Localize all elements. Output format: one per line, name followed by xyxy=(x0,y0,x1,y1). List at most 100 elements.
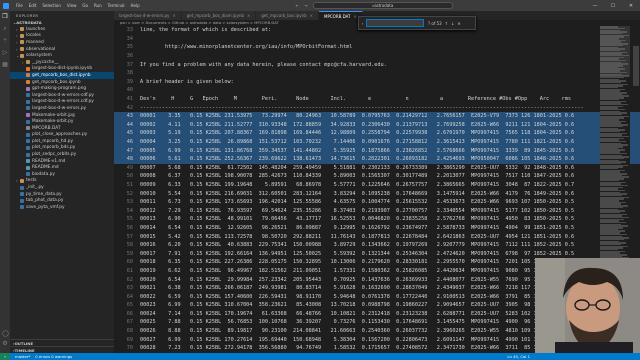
code-line[interactable]: 36 xyxy=(114,52,640,61)
code-line[interactable]: 49 00007 5.68 0.15 K25BL 61.72502 145.482… xyxy=(114,164,640,173)
tree-file[interactable]: plot_close_approaches.py xyxy=(10,132,114,139)
code-line[interactable]: 48 00006 5.61 0.15 K25BL 252.56367 239.69… xyxy=(114,154,640,164)
minimize-icon[interactable]: — xyxy=(586,3,604,9)
tree-file[interactable]: Makemake-orbit.py xyxy=(10,118,114,125)
code-line[interactable]: 55 00013 6.90 0.15 K25BL 48.99101 79.0645… xyxy=(114,215,640,224)
tree-folder[interactable]: › __pycache__ xyxy=(10,59,114,66)
menu-file[interactable]: File xyxy=(13,3,26,8)
maximize-icon[interactable]: ☐ xyxy=(604,3,622,9)
tree-file[interactable]: largest-bos-dist-ipynb.ipynb xyxy=(10,66,114,73)
tree-file[interactable]: _init_.py xyxy=(10,184,114,191)
editor-tab[interactable]: get_mpcorb_bos.ipynb × xyxy=(256,11,320,20)
code-line[interactable]: 46 00004 3.25 0.15 K25BL 26.89868 151.537… xyxy=(114,137,640,147)
menu-view[interactable]: View xyxy=(64,3,80,8)
find-input[interactable] xyxy=(366,19,424,27)
cursor-position-status[interactable]: Ln 45, Col 1 xyxy=(507,354,530,359)
code-line[interactable]: 52 00010 5.54 0.15 K25BL 216.69031 312.60… xyxy=(114,189,640,198)
code-line[interactable]: 50 00008 6.37 0.15 K25BL 198.90078 285.42… xyxy=(114,172,640,181)
tree-file[interactable]: largest-bos-d-w-errors.cdf.py xyxy=(10,99,114,106)
line-text: 00019 6.62 0.15 K25BL 96.49967 182.51562… xyxy=(140,267,575,274)
scrollbar-thumb[interactable] xyxy=(633,46,639,86)
account-icon[interactable]: ◯ xyxy=(2,331,9,337)
tree-folder[interactable]: › launches xyxy=(10,26,114,33)
menu-help[interactable]: Help xyxy=(128,3,143,8)
git-branch-status[interactable]: master* xyxy=(15,354,30,359)
line-text: ----------------------------------------… xyxy=(140,104,584,111)
find-close-icon[interactable]: ✕ xyxy=(457,21,460,26)
tree-file[interactable]: py_time_data.py xyxy=(10,191,114,198)
settings-gear-icon[interactable]: ⚙ xyxy=(2,341,8,347)
previous-match-icon[interactable]: ↑ xyxy=(445,21,448,26)
tab-close-icon[interactable]: × xyxy=(354,14,357,19)
outline-section[interactable]: › OUTLINE xyxy=(10,339,114,346)
outline-label: OUTLINE xyxy=(14,340,34,346)
code-line[interactable]: 45 00003 5.19 0.15 K25BL 207.88367 169.81… xyxy=(114,129,640,138)
tree-file[interactable]: largest-bos-d-w-errors-cdf.py xyxy=(10,92,114,99)
search-icon[interactable]: ⌕ xyxy=(2,26,8,32)
next-match-icon[interactable]: ↓ xyxy=(451,21,454,26)
tab-close-icon[interactable]: × xyxy=(247,13,250,18)
menu-edit[interactable]: Edit xyxy=(26,3,40,8)
remote-indicator-icon[interactable]: ⌁ xyxy=(0,353,10,360)
code-line[interactable]: 51 00009 6.33 0.15 K25BL 199.19648 5.8959… xyxy=(114,181,640,190)
tree-file[interactable]: plot_mpcorb_hd.py xyxy=(10,138,114,145)
source-control-icon[interactable]: ⑂ xyxy=(2,38,8,44)
code-line[interactable]: 58 00016 6.20 0.15 K25BL 40.63883 229.753… xyxy=(114,241,640,250)
problems-status[interactable]: 0 errors 0 warnings xyxy=(35,354,72,359)
nav-arrows-icon[interactable]: ← → xyxy=(293,3,313,8)
code-line[interactable]: 34 xyxy=(114,35,640,44)
code-line[interactable]: 47 00005 6.99 0.15 K25BL 131.86768 359.34… xyxy=(114,146,640,155)
timeline-section[interactable]: › TIMELINE xyxy=(10,346,114,353)
code-line[interactable]: 37 If you find a problem with any data he… xyxy=(114,60,640,69)
tree-file[interactable]: get_mpcorb_bos_dist.ipynb xyxy=(10,72,114,79)
minimap-viewport[interactable] xyxy=(600,26,630,76)
code-line[interactable]: 56 00014 6.54 0.15 K25BL 12.92605 98.2652… xyxy=(114,224,640,233)
tree-file[interactable]: save_pyta_vmf.py xyxy=(10,204,114,211)
close-icon[interactable]: ✕ xyxy=(622,3,640,9)
menu-selection[interactable]: Selection xyxy=(39,3,63,8)
editor-tab[interactable]: MPCORB.DAT × xyxy=(319,11,363,20)
tree-file[interactable]: plot_sedpc_orbits.py xyxy=(10,151,114,158)
tree-file[interactable]: plot_mpcorb_bds.py xyxy=(10,145,114,152)
tab-close-icon[interactable]: × xyxy=(172,13,175,18)
workspace-root[interactable]: ⌄ ASTRODATA xyxy=(10,19,114,26)
code-line[interactable]: 53 00011 6.73 0.15 K25BL 173.65693 196.42… xyxy=(114,198,640,207)
tree-folder[interactable]: ⌄ solarsystem xyxy=(10,52,114,59)
tree-file[interactable]: README-v1.md xyxy=(10,158,114,165)
menu-run[interactable]: Run xyxy=(91,3,105,8)
line-text: http://www.minorplanetcenter.org/iau/inf… xyxy=(140,44,353,51)
tree-file[interactable]: get_mpcorb_bos.ipynb xyxy=(10,79,114,86)
code-line[interactable]: 59 00017 7.91 0.15 K25BL 192.66164 136.94… xyxy=(114,249,640,258)
tree-file[interactable]: gpt-making-program.png xyxy=(10,85,114,92)
toggle-replace-icon[interactable]: › xyxy=(359,21,366,26)
explorer-icon[interactable]: ❐ xyxy=(2,14,8,20)
extensions-icon[interactable]: ▦ xyxy=(2,62,8,68)
code-line[interactable]: 44 00002 4.11 0.15 K25BL 211.52777 310.93… xyxy=(114,120,640,130)
editor-tab[interactable]: largest-bos-d-w-errors.py × xyxy=(114,11,182,20)
code-line[interactable]: 54 00012 7.29 0.15 K25BL 76.93597 69.5462… xyxy=(114,206,640,215)
tab-close-icon[interactable]: × xyxy=(310,13,313,18)
menu-terminal[interactable]: Terminal xyxy=(105,3,128,8)
tree-file[interactable]: largest-bos-d-w-errors.py xyxy=(10,105,114,112)
command-center-search[interactable]: ⌕ astrodata xyxy=(312,2,453,9)
tree-folder[interactable]: › tests xyxy=(10,178,114,185)
tree-folder[interactable]: › mannecl xyxy=(10,39,114,46)
code-line[interactable]: 39 A brief header is given below: xyxy=(114,78,640,87)
run-debug-icon[interactable]: ▷ xyxy=(2,50,8,56)
menu-go[interactable]: Go xyxy=(79,3,91,8)
editor-tab[interactable]: get_mpcorb_bos_diam.ipynb × xyxy=(181,11,257,20)
tree-file[interactable]: MPCORB.DAT xyxy=(10,125,114,132)
tree-folder[interactable]: › observational xyxy=(10,46,114,53)
tree-file[interactable]: Makemake-orbit.jpg xyxy=(10,112,114,119)
code-line[interactable]: 35 http://www.minorplanetcenter.org/iau/… xyxy=(114,43,640,52)
tree-file[interactable]: tab_phot_data.py xyxy=(10,197,114,204)
code-line[interactable]: 40 xyxy=(114,86,640,95)
code-line[interactable]: 57 00015 5.42 0.15 K25BL 113.72578 98.507… xyxy=(114,232,640,241)
tree-folder[interactable]: › locales xyxy=(10,33,114,40)
code-line[interactable]: 38 xyxy=(114,69,640,78)
code-line[interactable]: 41 Des'n H G Epoch M Peri. Node Incl. e n… xyxy=(114,95,640,104)
tree-file[interactable]: biodata.py xyxy=(10,171,114,178)
code-line[interactable]: 42 --------------------------------------… xyxy=(114,103,640,112)
code-line[interactable]: 43 00001 3.35 0.15 K25BL 231.53975 73.299… xyxy=(114,111,640,121)
tree-file[interactable]: README.md xyxy=(10,164,114,171)
